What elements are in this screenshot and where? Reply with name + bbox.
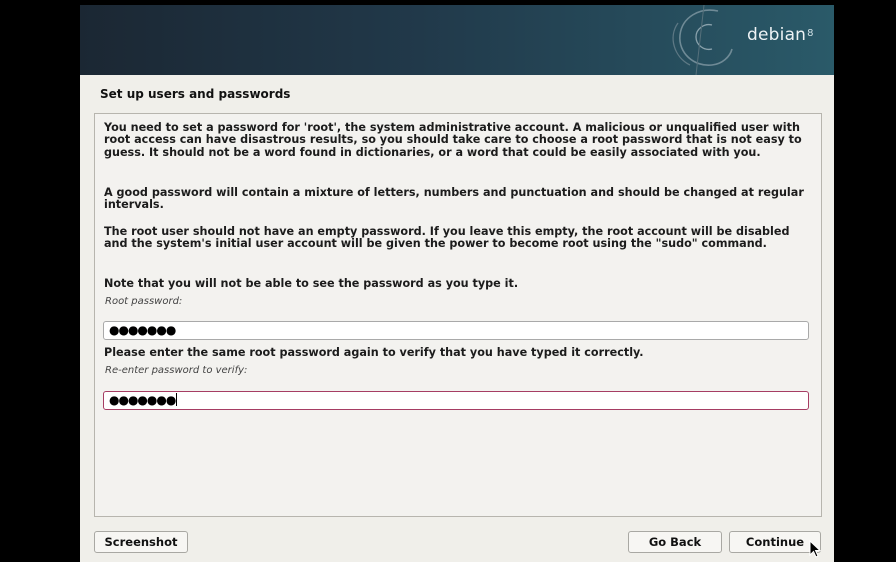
installer-window: debian8 Set up users and passwords You n… [80, 5, 834, 562]
text-caret [176, 393, 178, 406]
hidden-typing-note: Note that you will not be able to see th… [104, 277, 519, 290]
go-back-button[interactable]: Go Back [628, 531, 722, 553]
brand-version: 8 [807, 28, 814, 39]
debian-swirl-icon [672, 5, 733, 75]
verify-password-field[interactable]: ●●●●●●● [103, 391, 809, 410]
continue-button[interactable]: Continue [729, 531, 821, 553]
root-password-field[interactable]: ●●●●●●● [103, 321, 809, 340]
screenshot-button[interactable]: Screenshot [94, 531, 188, 553]
mouse-pointer-icon [809, 540, 821, 558]
content-panel: You need to set a password for 'root', t… [94, 113, 822, 517]
verify-password-label: Re-enter password to verify: [105, 365, 248, 376]
brand-name: debian [747, 25, 807, 45]
verify-instruction-text: Please enter the same root password agai… [104, 346, 644, 359]
password-advice-text: A good password will contain a mixture o… [104, 186, 804, 212]
root-password-value: ●●●●●●● [109, 323, 176, 337]
root-intro-text: You need to set a password for 'root', t… [104, 121, 802, 159]
header-banner: debian8 [80, 5, 834, 75]
verify-password-value: ●●●●●●● [109, 393, 176, 407]
root-password-label: Root password: [105, 296, 183, 307]
step-title: Set up users and passwords [100, 87, 291, 101]
empty-password-text: The root user should not have an empty p… [104, 225, 790, 251]
debian-logo: debian8 [747, 25, 814, 45]
